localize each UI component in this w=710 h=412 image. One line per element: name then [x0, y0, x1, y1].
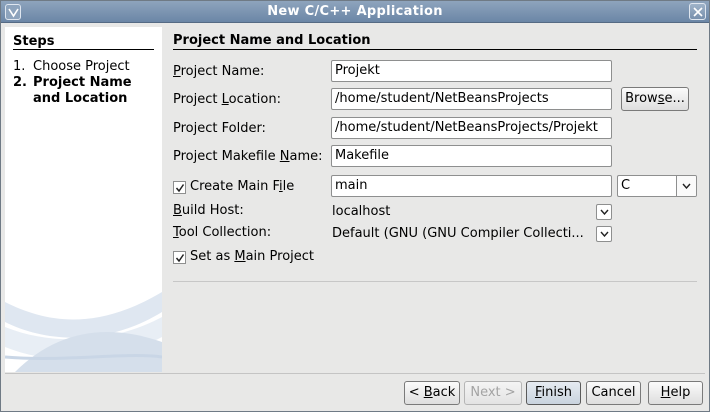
project-name-input[interactable]: Projekt: [331, 60, 612, 82]
project-location-label: Project Location:: [173, 92, 281, 107]
chevron-down-icon[interactable]: [676, 176, 696, 196]
section-title: Project Name and Location: [173, 33, 371, 48]
build-host-label: Build Host:: [173, 203, 244, 218]
content-divider: [173, 281, 697, 282]
next-button[interactable]: Next >: [464, 381, 522, 405]
finish-button[interactable]: Finish: [526, 381, 581, 405]
help-button[interactable]: Help: [648, 381, 703, 405]
create-main-file-label[interactable]: Create Main File: [190, 179, 294, 194]
dialog-window: New C/C++ Application Steps 1. Choose Pro…: [0, 0, 710, 412]
set-main-project-label[interactable]: Set as Main Project: [190, 249, 314, 264]
section-divider: [173, 49, 697, 50]
step-project-name-location: 2. Project Name and Location: [13, 75, 132, 106]
steps-divider: [13, 49, 154, 50]
main-file-input[interactable]: main: [331, 175, 612, 197]
steps-panel: Steps 1. Choose Project 2. Project Name an…: [5, 27, 162, 372]
title-bar[interactable]: New C/C++ Application: [1, 1, 709, 23]
netbeans-swoosh-graphic: [5, 292, 162, 372]
back-button[interactable]: < Back: [404, 381, 460, 405]
project-location-input[interactable]: /home/student/NetBeansProjects: [331, 88, 612, 110]
makefile-name-label: Project Makefile Name:: [173, 149, 323, 164]
language-select-value: C: [621, 178, 631, 193]
makefile-name-input[interactable]: Makefile: [331, 145, 612, 167]
close-icon[interactable]: [689, 3, 706, 20]
language-select[interactable]: C: [617, 175, 697, 197]
window-title: New C/C++ Application: [267, 4, 443, 19]
tool-collection-dropdown-icon[interactable]: [596, 226, 612, 242]
project-folder-label: Project Folder:: [173, 121, 266, 136]
step-choose-project: 1. Choose Project: [13, 59, 130, 74]
cancel-button[interactable]: Cancel: [586, 381, 641, 405]
build-host-dropdown-icon[interactable]: [596, 204, 612, 220]
main-panel: Project Name and Location Project Name: …: [165, 27, 703, 372]
create-main-file-checkbox[interactable]: [173, 181, 186, 194]
build-host-value[interactable]: localhost: [332, 204, 390, 219]
project-folder-input[interactable]: /home/student/NetBeansProjects/Projekt: [331, 117, 612, 139]
browse-button[interactable]: Browse...: [621, 87, 689, 111]
tool-collection-label: Tool Collection:: [173, 225, 272, 240]
set-main-project-checkbox[interactable]: [173, 251, 186, 264]
project-name-label: Project Name:: [173, 64, 265, 79]
steps-heading: Steps: [13, 34, 55, 49]
button-bar-divider: [5, 373, 705, 374]
tool-collection-value[interactable]: Default (GNU (GNU Compiler Collecti...: [332, 226, 584, 241]
